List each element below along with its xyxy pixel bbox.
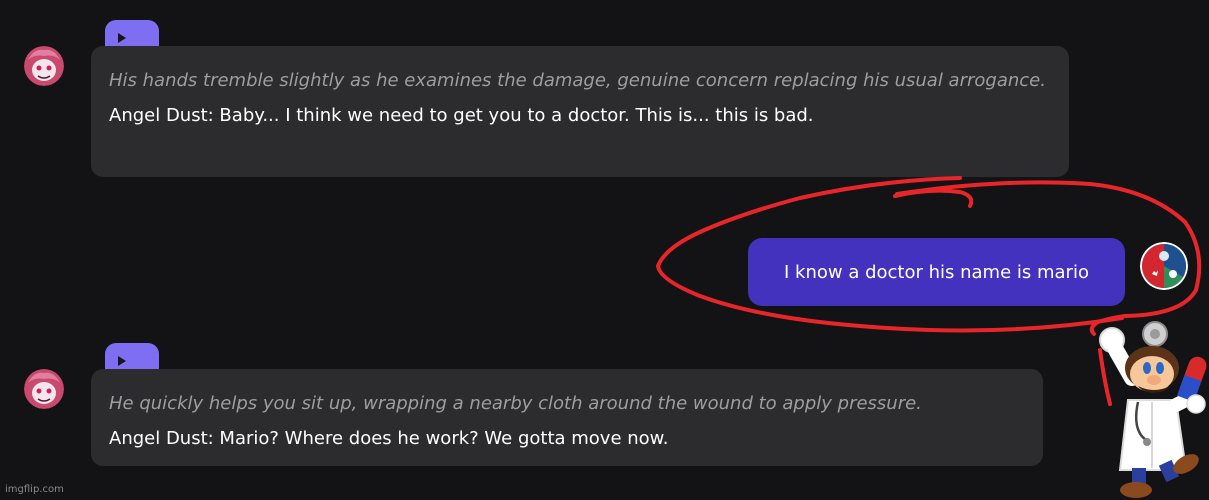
angel-dust-avatar[interactable] (24, 46, 64, 86)
angel-dust-avatar[interactable] (24, 369, 64, 409)
watermark: imgflip.com (5, 484, 64, 495)
dialog-text: Angel Dust: Baby... I think we need to g… (109, 105, 814, 126)
bot-message-bubble: He quickly helps you sit up, wrapping a … (91, 369, 1043, 466)
user-message-text: I know a doctor his name is mario (784, 261, 1089, 283)
play-icon (118, 356, 126, 366)
user-message-bubble: I know a doctor his name is mario (748, 238, 1125, 306)
play-icon (118, 33, 126, 43)
bot-message-bubble: His hands tremble slightly as he examine… (91, 46, 1069, 177)
dialog-text: Angel Dust: Mario? Where does he work? W… (109, 428, 669, 449)
narration-text: His hands tremble slightly as he examine… (109, 70, 1046, 91)
user-avatar-emblem[interactable] (1140, 242, 1188, 290)
narration-text: He quickly helps you sit up, wrapping a … (109, 393, 922, 414)
